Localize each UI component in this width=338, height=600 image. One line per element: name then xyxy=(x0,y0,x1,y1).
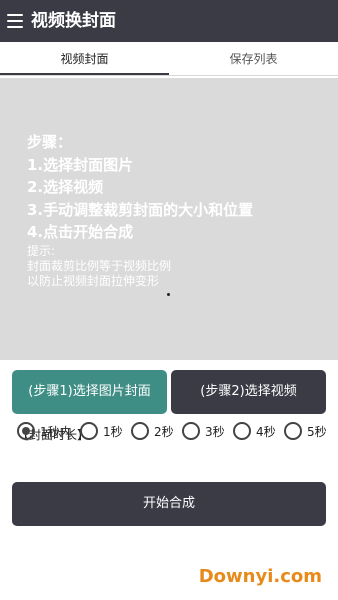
duration-option-3s[interactable]: 3秒 xyxy=(182,421,225,441)
radio-icon xyxy=(182,422,200,440)
step-3: 3.手动调整裁剪封面的大小和位置 xyxy=(27,200,254,219)
menu-icon[interactable] xyxy=(7,14,23,28)
tab-save-list[interactable]: 保存列表 xyxy=(169,42,338,76)
tab-bar: 视频封面 保存列表 xyxy=(0,42,338,76)
hint-line-1: 封面裁剪比例等于视频比例 xyxy=(27,258,172,273)
start-compose-button[interactable]: 开始合成 xyxy=(12,482,326,526)
duration-option-4s[interactable]: 4秒 xyxy=(233,421,276,441)
watermark-logo: Downyi.com xyxy=(198,566,322,587)
duration-option-under-1s[interactable]: 1秒内 xyxy=(17,421,72,441)
select-image-cover-button[interactable]: (步骤1)选择图片封面 xyxy=(12,370,167,414)
radio-label: 4秒 xyxy=(256,424,276,439)
radio-label: 1秒 xyxy=(103,424,123,439)
step-1: 1.选择封面图片 xyxy=(27,155,134,174)
app-title: 视频换封面 xyxy=(31,11,116,31)
duration-option-2s[interactable]: 2秒 xyxy=(131,421,174,441)
radio-icon xyxy=(80,422,98,440)
radio-label: 2秒 xyxy=(154,424,174,439)
center-dot xyxy=(167,293,170,296)
step-2: 2.选择视频 xyxy=(27,178,104,196)
radio-label: 5秒 xyxy=(307,424,327,439)
cover-preview-area[interactable]: 步骤： 1.选择封面图片 2.选择视频 3.手动调整裁剪封面的大小和位置 4.点… xyxy=(0,78,338,360)
radio-label: 3秒 xyxy=(205,424,225,439)
radio-label: 1秒内 xyxy=(40,424,72,439)
hint-heading: 提示: xyxy=(27,243,56,258)
instructions: 步骤： 1.选择封面图片 2.选择视频 3.手动调整裁剪封面的大小和位置 4.点… xyxy=(27,131,253,289)
tabs-divider xyxy=(0,75,338,76)
radio-icon xyxy=(131,422,149,440)
hint-line-2: 以防止视频封面拉伸变形 xyxy=(27,273,160,288)
steps-heading: 步骤： xyxy=(27,133,73,151)
duration-option-1s[interactable]: 1秒 xyxy=(80,421,123,441)
tab-video-cover[interactable]: 视频封面 xyxy=(0,42,169,76)
radio-icon xyxy=(284,422,302,440)
app-bar: 视频换封面 xyxy=(0,0,338,42)
radio-checked-icon xyxy=(17,422,35,440)
select-video-button[interactable]: (步骤2)选择视频 xyxy=(171,370,326,414)
radio-icon xyxy=(233,422,251,440)
duration-option-5s[interactable]: 5秒 xyxy=(284,421,327,441)
step-4: 4.点击开始合成 xyxy=(27,223,134,241)
